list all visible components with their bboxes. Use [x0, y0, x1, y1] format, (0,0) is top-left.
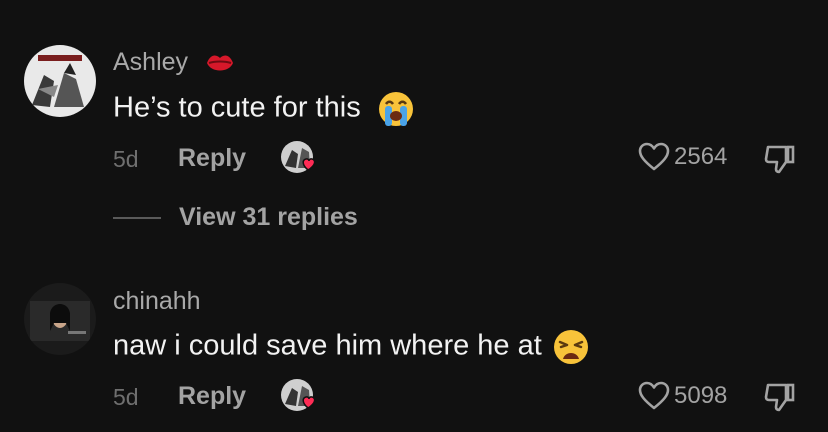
avatar-image — [24, 45, 96, 117]
comment-text: He’s to cute for this — [113, 90, 415, 128]
reply-button[interactable]: Reply — [178, 382, 246, 411]
creator-liked-badge — [280, 140, 322, 176]
creator-liked-badge — [280, 378, 322, 414]
creator-avatar-heart-icon — [281, 379, 316, 411]
lips-icon — [207, 55, 233, 71]
thumbs-down-icon — [764, 145, 795, 174]
like-button[interactable]: 5098 — [638, 381, 727, 411]
comment-text: naw i could save him where he at — [113, 328, 590, 366]
view-replies-button[interactable]: View 31 replies — [113, 203, 358, 232]
loudly-crying-face-icon — [378, 92, 413, 126]
thumbs-down-icon — [764, 383, 795, 412]
like-button[interactable]: 2564 — [638, 142, 727, 172]
username[interactable]: Ashley — [113, 48, 235, 77]
username[interactable]: chinahh — [113, 287, 201, 316]
dislike-button[interactable] — [764, 382, 796, 417]
avatar[interactable] — [24, 283, 96, 355]
like-count: 2564 — [674, 143, 728, 170]
view-replies-label: View 31 replies — [179, 203, 358, 231]
heart-outline-icon — [638, 142, 670, 171]
comment-text-content: naw i could save him where he at — [113, 329, 542, 362]
like-count: 5098 — [674, 382, 728, 409]
avatar-image — [24, 283, 96, 355]
divider-line — [113, 216, 161, 219]
comment-text-content: He’s to cute for this — [113, 91, 361, 124]
username-text: Ashley — [113, 48, 189, 76]
comment-time: 5d — [113, 384, 139, 410]
avatar[interactable] — [24, 45, 96, 117]
creator-avatar-heart-icon — [281, 141, 316, 173]
reply-button[interactable]: Reply — [178, 144, 246, 173]
dislike-button[interactable] — [764, 144, 796, 179]
comment-time: 5d — [113, 146, 139, 172]
heart-outline-icon — [638, 381, 670, 410]
weary-face-icon — [553, 330, 588, 364]
